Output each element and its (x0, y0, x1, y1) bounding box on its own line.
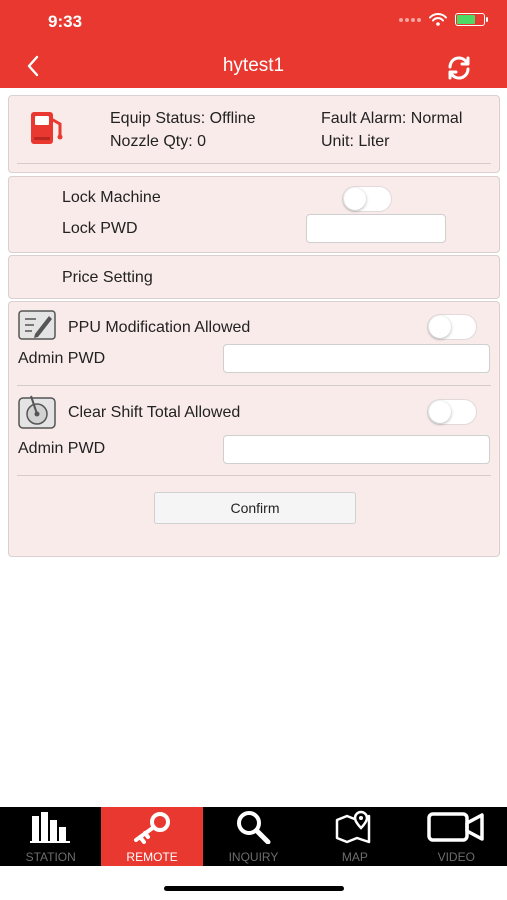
tab-remote[interactable]: REMOTE (101, 807, 203, 866)
page-title: hytest1 (222, 55, 285, 76)
equipment-info-card: Equip Status: Offline Fault Alarm: Norma… (8, 95, 500, 173)
clear-dial-icon (18, 395, 56, 429)
refresh-icon[interactable] (445, 54, 473, 82)
video-camera-icon (427, 812, 484, 842)
pencil-note-icon (18, 310, 56, 340)
shift-admin-pwd-input[interactable] (223, 435, 490, 464)
nav-header: 9:33 hytest1 (0, 0, 507, 88)
battery-icon (455, 13, 488, 26)
tab-inquiry[interactable]: INQUIRY (203, 807, 304, 866)
tab-label: VIDEO (437, 850, 475, 864)
shift-admin-pwd-label: Admin PWD (18, 440, 106, 457)
lock-machine-card: Lock Machine Lock PWD (8, 176, 500, 253)
status-time: 9:33 (48, 12, 83, 31)
tab-label: MAP (341, 850, 368, 864)
permissions-card: PPU Modification Allowed Admin PWD Clear… (8, 301, 500, 557)
status-icons (399, 13, 488, 26)
ppu-modification-label: PPU Modification Allowed (68, 319, 251, 336)
magnifier-icon (237, 811, 271, 844)
equip-status-text: Equip Status: Offline (110, 110, 256, 127)
fault-alarm-text: Fault Alarm: Normal (321, 110, 463, 127)
tab-station[interactable]: STATION (0, 807, 101, 866)
ppu-modification-toggle[interactable] (427, 314, 477, 340)
tab-video[interactable]: VIDEO (406, 807, 507, 866)
confirm-button[interactable]: Confirm (154, 492, 356, 524)
ppu-admin-pwd-input[interactable] (223, 344, 490, 373)
tab-label: STATION (25, 850, 76, 864)
unit-text: Unit: Liter (321, 133, 390, 150)
nozzle-qty-text: Nozzle Qty: 0 (110, 133, 207, 150)
key-icon (134, 812, 171, 844)
tab-label: INQUIRY (228, 850, 279, 864)
map-pin-icon (335, 810, 371, 844)
fuel-pump-icon (31, 112, 63, 144)
clear-shift-total-toggle[interactable] (427, 399, 477, 425)
price-setting-label: Price Setting (62, 269, 153, 286)
bottom-tab-bar: STATION REMOTE INQUIRY MAP VIDEO (0, 807, 507, 866)
price-setting-row[interactable]: Price Setting (8, 255, 500, 299)
lock-machine-label: Lock Machine (62, 189, 161, 206)
signal-icon (399, 17, 421, 22)
home-indicator (164, 886, 344, 891)
lock-pwd-label: Lock PWD (62, 220, 138, 237)
divider (17, 475, 491, 476)
tab-label: REMOTE (126, 850, 178, 864)
wifi-icon (429, 13, 447, 26)
ppu-admin-pwd-label: Admin PWD (18, 350, 106, 367)
lock-machine-toggle[interactable] (342, 186, 392, 212)
tab-map[interactable]: MAP (304, 807, 405, 866)
divider (17, 385, 491, 386)
divider (17, 163, 491, 164)
lock-pwd-input[interactable] (306, 214, 446, 243)
bar-chart-icon (29, 812, 70, 843)
clear-shift-total-label: Clear Shift Total Allowed (68, 404, 241, 421)
